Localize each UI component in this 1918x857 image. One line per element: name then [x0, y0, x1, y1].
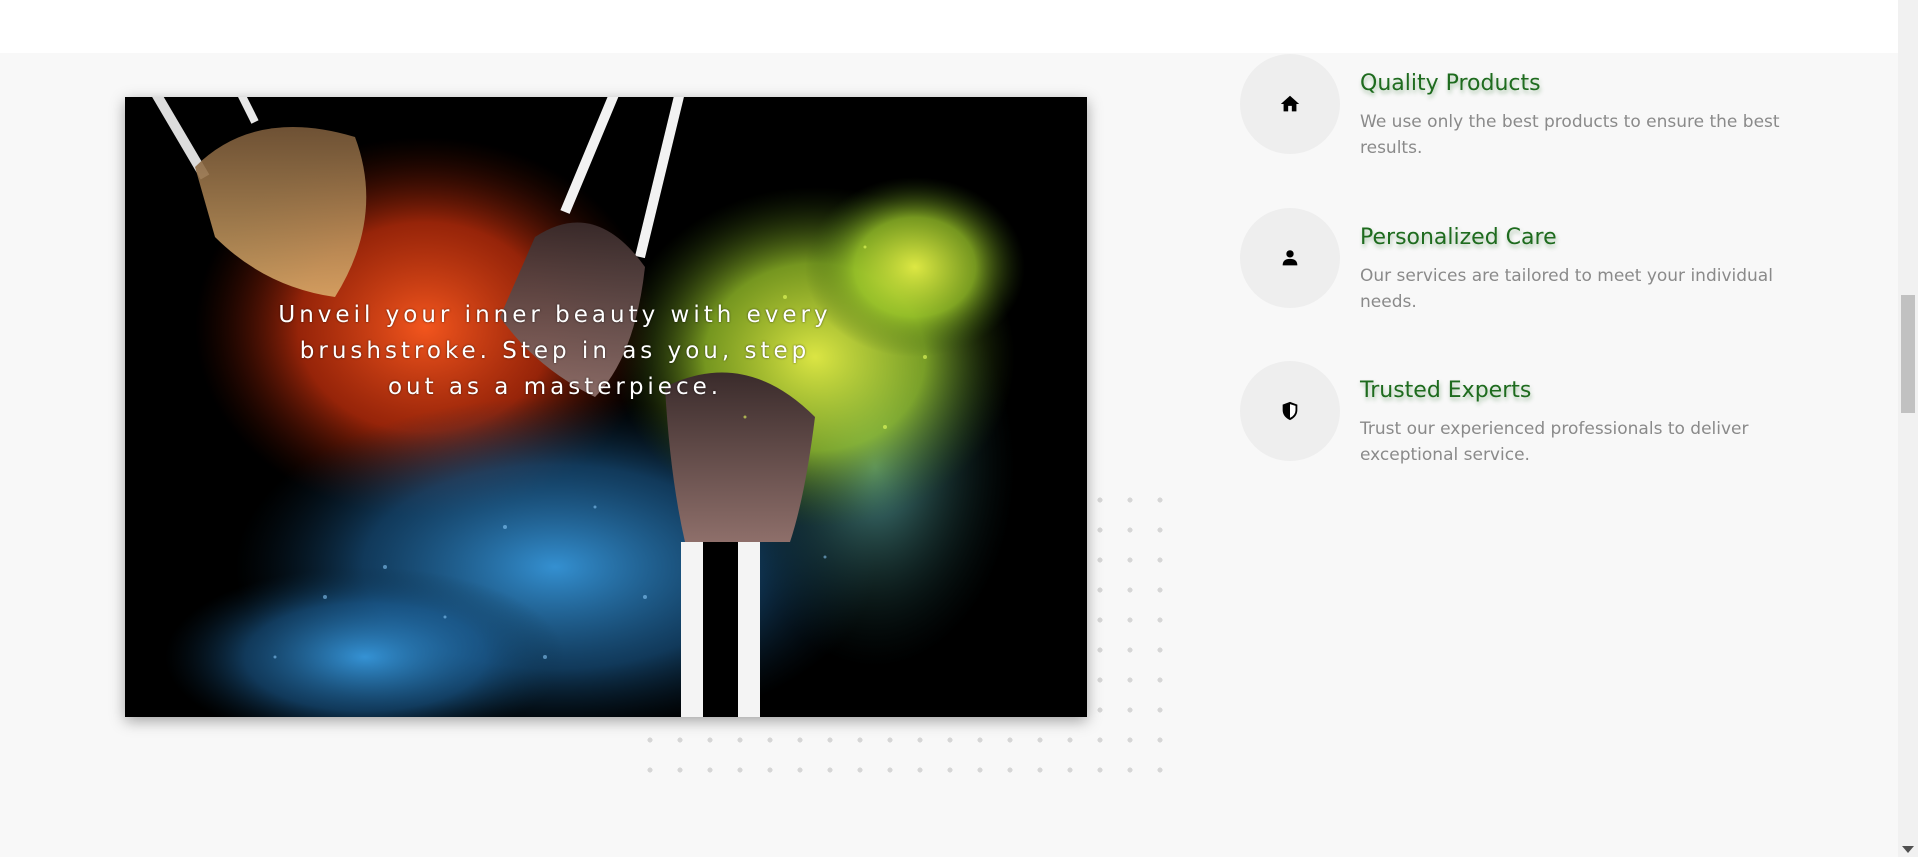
scroll-down-arrow-icon[interactable] — [1902, 846, 1914, 853]
icon-circle — [1240, 361, 1340, 461]
feature-description: Trust our experienced professionals to d… — [1360, 419, 1749, 465]
top-navbar — [0, 0, 1898, 53]
features-section: Unveil your inner beauty with every brus… — [0, 53, 1898, 857]
feature-trusted-experts: Trusted Experts Trust our experienced pr… — [1240, 361, 1840, 471]
page-scrollbar[interactable] — [1898, 0, 1918, 857]
feature-title: Trusted Experts — [1360, 378, 1532, 403]
feature-quality-products: Quality Products We use only the best pr… — [1240, 54, 1840, 164]
feature-description: Our services are tailored to meet your i… — [1360, 266, 1773, 312]
feature-description: We use only the best products to ensure … — [1360, 112, 1780, 158]
feature-title: Quality Products — [1360, 71, 1541, 96]
icon-circle — [1240, 54, 1340, 154]
icon-circle — [1240, 208, 1340, 308]
makeup-brushes-illustration — [152, 97, 1025, 717]
feature-personalized-care: Personalized Care Our services are tailo… — [1240, 208, 1840, 318]
hero-caption: Unveil your inner beauty with every brus… — [278, 302, 832, 400]
home-icon — [1280, 95, 1300, 112]
hero-image: Unveil your inner beauty with every brus… — [125, 97, 1087, 717]
scrollbar-thumb[interactable] — [1901, 295, 1915, 413]
person-icon — [1282, 250, 1298, 266]
feature-title: Personalized Care — [1360, 225, 1557, 250]
shield-icon — [1282, 401, 1298, 421]
